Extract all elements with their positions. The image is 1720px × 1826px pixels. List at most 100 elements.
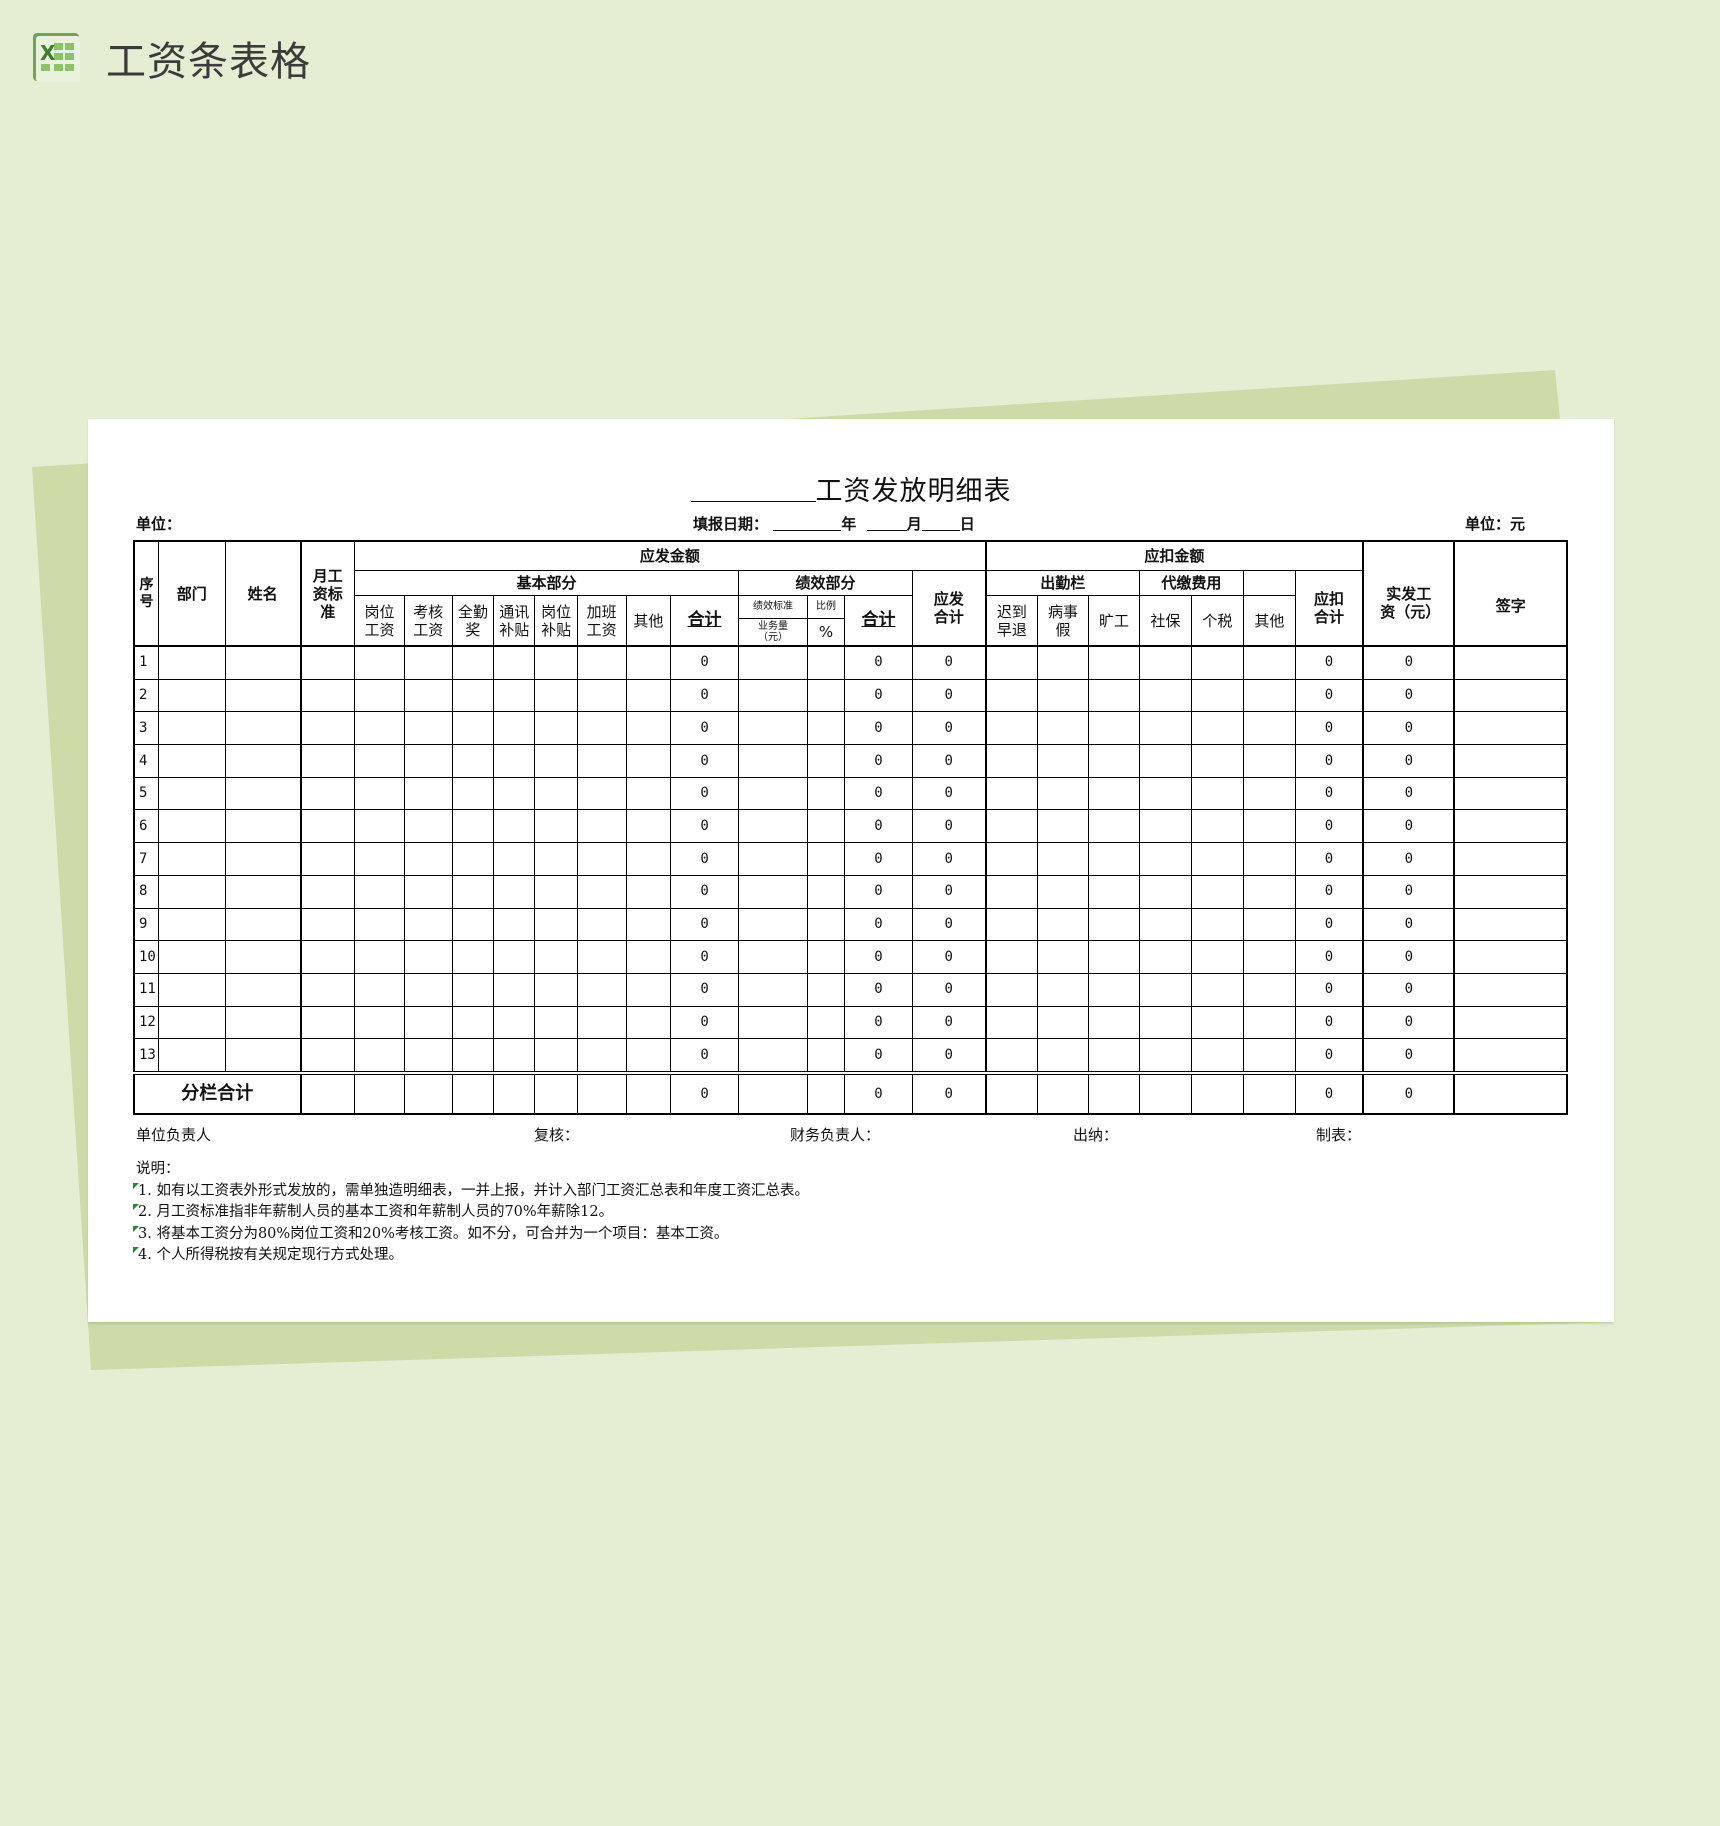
cell-deduct[interactable]	[1190, 842, 1244, 876]
cell-basic[interactable]	[354, 678, 405, 713]
cell-name[interactable]	[224, 907, 302, 942]
cell-dept[interactable]	[157, 874, 226, 909]
cell-signature[interactable]	[1453, 842, 1568, 876]
cell-deduct[interactable]	[1088, 744, 1140, 778]
cell[interactable]	[1453, 1070, 1568, 1115]
cell-deduct[interactable]	[1138, 678, 1192, 713]
cell-basic[interactable]	[493, 907, 536, 942]
cell-perf-volume[interactable]	[738, 678, 808, 713]
cell-basic[interactable]	[576, 1005, 627, 1040]
cell-perf-percent[interactable]	[806, 940, 846, 974]
cell-deduct[interactable]	[1088, 776, 1140, 811]
cell-deduct[interactable]	[984, 678, 1039, 713]
cell-basic[interactable]	[625, 907, 672, 942]
cell[interactable]	[493, 1070, 536, 1115]
cell-basic[interactable]	[576, 711, 627, 746]
cell-basic[interactable]	[534, 776, 578, 811]
cell[interactable]	[1242, 1070, 1296, 1115]
cell-basic[interactable]	[451, 809, 495, 844]
cell-deduct[interactable]	[1190, 809, 1244, 844]
cell-deduct[interactable]	[1242, 809, 1296, 844]
cell-perf-percent[interactable]	[806, 809, 846, 844]
cell-basic[interactable]	[451, 842, 495, 876]
cell-perf-percent[interactable]	[806, 776, 846, 811]
cell-basic[interactable]	[576, 744, 627, 778]
cell-basic[interactable]	[451, 907, 495, 942]
cell-basic[interactable]	[493, 776, 536, 811]
cell-basic[interactable]	[493, 972, 536, 1007]
cell-basic[interactable]	[493, 678, 536, 713]
cell-deduct[interactable]	[1037, 776, 1089, 811]
cell-deduct[interactable]	[984, 711, 1039, 746]
cell[interactable]	[576, 1070, 627, 1115]
cell-dept[interactable]	[157, 776, 226, 811]
cell-deduct[interactable]	[1138, 744, 1192, 778]
cell-deduct[interactable]	[1138, 1005, 1192, 1040]
cell-deduct[interactable]	[1190, 940, 1244, 974]
year-field[interactable]	[773, 516, 842, 531]
cell-signature[interactable]	[1453, 711, 1568, 746]
cell-deduct[interactable]	[1242, 744, 1296, 778]
cell-deduct[interactable]	[1242, 1038, 1296, 1074]
cell-deduct[interactable]	[1242, 1005, 1296, 1040]
cell-dept[interactable]	[157, 711, 226, 746]
cell-basic[interactable]	[625, 972, 672, 1007]
cell-basic[interactable]	[354, 907, 405, 942]
cell-name[interactable]	[224, 645, 302, 680]
cell-basic[interactable]	[451, 744, 495, 778]
cell-basic[interactable]	[576, 678, 627, 713]
cell-dept[interactable]	[157, 678, 226, 713]
cell-deduct[interactable]	[1138, 842, 1192, 876]
cell-dept[interactable]	[157, 809, 226, 844]
cell[interactable]	[806, 1070, 846, 1115]
cell-deduct[interactable]	[1138, 940, 1192, 974]
cell-basic[interactable]	[625, 1038, 672, 1074]
cell-basic[interactable]	[451, 874, 495, 909]
cell-basic[interactable]	[493, 1038, 536, 1074]
cell-signature[interactable]	[1453, 907, 1568, 942]
cell-perf-volume[interactable]	[738, 874, 808, 909]
cell-basic[interactable]	[354, 940, 405, 974]
cell-deduct[interactable]	[1190, 972, 1244, 1007]
cell-perf-percent[interactable]	[806, 842, 846, 876]
cell-dept[interactable]	[157, 744, 226, 778]
cell-monthly-standard[interactable]	[299, 809, 356, 844]
cell-signature[interactable]	[1453, 1005, 1568, 1040]
cell-monthly-standard[interactable]	[299, 972, 356, 1007]
cell-deduct[interactable]	[1037, 1038, 1089, 1074]
cell-perf-percent[interactable]	[806, 711, 846, 746]
cell-deduct[interactable]	[1088, 972, 1140, 1007]
cell-basic[interactable]	[576, 874, 627, 909]
cell-deduct[interactable]	[1037, 940, 1089, 974]
cell-deduct[interactable]	[984, 645, 1039, 680]
cell-basic[interactable]	[403, 972, 453, 1007]
cell-basic[interactable]	[493, 809, 536, 844]
cell-basic[interactable]	[576, 842, 627, 876]
cell-basic[interactable]	[534, 842, 578, 876]
cell-basic[interactable]	[576, 940, 627, 974]
cell-deduct[interactable]	[1190, 776, 1244, 811]
cell-deduct[interactable]	[1190, 1038, 1244, 1074]
cell-basic[interactable]	[534, 907, 578, 942]
cell-signature[interactable]	[1453, 744, 1568, 778]
cell-name[interactable]	[224, 1038, 302, 1074]
cell-perf-volume[interactable]	[738, 776, 808, 811]
cell-basic[interactable]	[625, 645, 672, 680]
cell-basic[interactable]	[625, 678, 672, 713]
cell-deduct[interactable]	[984, 907, 1039, 942]
cell-basic[interactable]	[576, 809, 627, 844]
cell-basic[interactable]	[451, 972, 495, 1007]
cell-dept[interactable]	[157, 645, 226, 680]
cell-basic[interactable]	[403, 809, 453, 844]
cell-deduct[interactable]	[1037, 972, 1089, 1007]
cell-dept[interactable]	[157, 1005, 226, 1040]
cell-deduct[interactable]	[1037, 874, 1089, 909]
cell-deduct[interactable]	[984, 809, 1039, 844]
cell-signature[interactable]	[1453, 645, 1568, 680]
cell-basic[interactable]	[534, 1005, 578, 1040]
cell-perf-percent[interactable]	[806, 1038, 846, 1074]
cell-signature[interactable]	[1453, 940, 1568, 974]
cell-basic[interactable]	[534, 874, 578, 909]
cell-name[interactable]	[224, 972, 302, 1007]
cell-deduct[interactable]	[1190, 1005, 1244, 1040]
